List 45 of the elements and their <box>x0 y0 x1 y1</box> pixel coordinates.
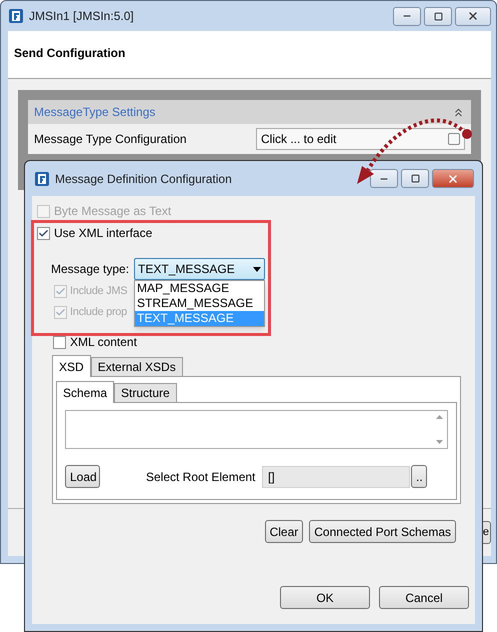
maximize-button[interactable] <box>401 169 429 188</box>
dropdown-option[interactable]: MAP_MESSAGE <box>135 281 264 296</box>
minimize-button[interactable] <box>370 169 398 188</box>
section-title: MessageType Settings <box>34 104 156 121</box>
page-heading: Send Configuration <box>14 46 126 60</box>
checkbox-label: Include JMS <box>70 284 128 300</box>
close-icon <box>447 172 459 184</box>
close-icon <box>467 10 479 22</box>
edit-icon[interactable] <box>448 133 460 145</box>
tab[interactable]: External XSDs <box>90 357 183 376</box>
maximize-icon <box>410 174 420 183</box>
tab[interactable]: Schema <box>56 381 114 403</box>
browse-button[interactable]: .. <box>411 465 427 488</box>
dropdown-arrow-icon <box>253 266 262 272</box>
maximize-icon <box>434 12 442 20</box>
field-label: Message type: <box>51 261 130 278</box>
tab[interactable]: Structure <box>114 383 177 402</box>
checkbox[interactable] <box>53 336 66 348</box>
dialog-title: Message Definition Configuration <box>55 170 233 188</box>
checkbox-label: Byte Message as Text <box>54 203 172 220</box>
close-button[interactable] <box>455 6 491 26</box>
maximize-button[interactable] <box>424 6 452 26</box>
app-logo-icon <box>34 170 50 186</box>
window-title: JMSIn1 [JMSIn:5.0] <box>29 8 135 25</box>
close-button[interactable] <box>432 169 474 188</box>
root-element-field[interactable]: [] <box>262 466 410 488</box>
checkbox-label: Use XML interface <box>54 225 152 242</box>
dialog-button[interactable]: Cancel <box>379 586 469 609</box>
field-label: Select Root Element <box>146 468 256 486</box>
tab[interactable]: XSD <box>52 355 91 377</box>
message-type-dropdown[interactable]: TEXT_MESSAGE <box>134 258 266 280</box>
dropdown-option[interactable]: STREAM_MESSAGE <box>135 296 264 311</box>
app-logo-icon <box>8 8 24 24</box>
property-field[interactable]: Click ... to edit <box>256 128 465 150</box>
scroll-down-icon[interactable] <box>436 440 442 444</box>
dialog-button[interactable]: OK <box>280 586 370 609</box>
action-button[interactable]: Connected Port Schemas <box>309 520 456 543</box>
schema-text-area[interactable] <box>65 410 448 449</box>
scroll-up-icon[interactable] <box>436 415 442 419</box>
checkbox-label: Include prop <box>70 305 127 320</box>
checkbox[interactable] <box>37 226 50 240</box>
property-label: Message Type Configuration <box>34 131 188 148</box>
checkbox-label: XML content <box>70 334 137 351</box>
action-button[interactable]: Clear <box>264 520 304 543</box>
load-button[interactable]: Load <box>65 465 100 488</box>
